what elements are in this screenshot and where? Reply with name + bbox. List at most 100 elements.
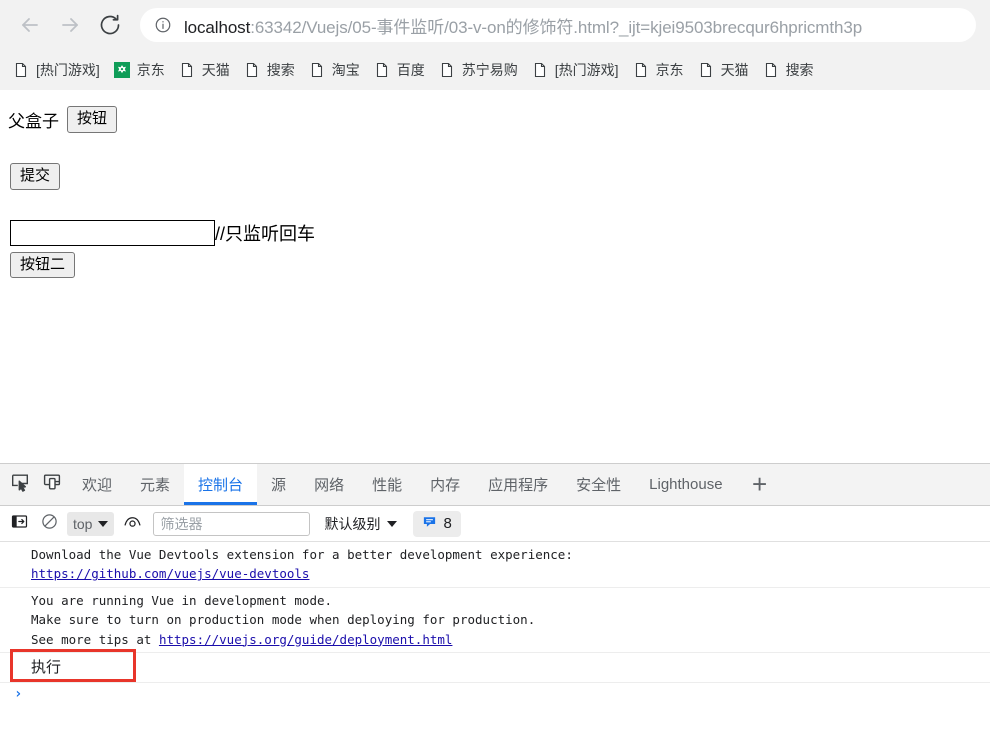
tab-label: 内存 — [430, 477, 461, 494]
log-level-value: 默认级别 — [324, 515, 381, 532]
chevron-down-icon — [98, 520, 109, 527]
tab-label: Lighthouse — [649, 476, 723, 493]
tab-elements[interactable]: 元素 — [126, 464, 184, 505]
bookmark-label: 天猫 — [720, 62, 749, 78]
message-text: Download the Vue Devtools extension for … — [31, 547, 573, 562]
tab-label: 性能 — [372, 477, 403, 494]
page-icon — [13, 62, 29, 78]
tab-memory[interactable]: 内存 — [416, 464, 474, 505]
page-icon — [633, 62, 649, 78]
tab-label: 网络 — [314, 477, 345, 494]
tab-console[interactable]: 控制台 — [184, 464, 258, 505]
bookmark-label: 京东 — [655, 62, 684, 78]
tab-sources[interactable]: 源 — [257, 464, 300, 505]
execution-context-select[interactable]: top — [67, 511, 115, 536]
bookmark-label: 京东 — [136, 62, 165, 78]
url-host: localhost — [184, 17, 251, 37]
bookmark-label: 百度 — [396, 62, 425, 78]
inspect-element-button[interactable] — [4, 464, 36, 505]
jd-favicon — [113, 62, 130, 78]
bookmark-item[interactable]: 苏宁易购 — [432, 56, 525, 84]
console-message-list[interactable]: Download the Vue Devtools extension for … — [0, 542, 990, 732]
bookmark-item[interactable]: [热门游戏] — [525, 56, 626, 84]
tab-performance[interactable]: 性能 — [358, 464, 416, 505]
bookmarks-bar: [热门游戏] 京东 天猫 搜索 淘宝 百度 苏宁易购 [热门游戏] 京东 天猫 … — [0, 50, 990, 90]
tab-network[interactable]: 网络 — [300, 464, 358, 505]
bookmark-label: [热门游戏] — [554, 62, 619, 78]
page-icon — [532, 62, 548, 78]
inspect-element-icon — [10, 472, 30, 497]
bookmark-item[interactable]: 百度 — [367, 56, 432, 84]
tab-label: 源 — [271, 477, 287, 494]
tab-label: 安全性 — [576, 477, 622, 494]
console-sidebar-icon — [11, 513, 28, 535]
page-icon — [374, 62, 390, 78]
console-input-prompt[interactable]: › — [0, 683, 990, 709]
button-two[interactable]: 按钮二 — [10, 251, 76, 279]
bookmark-label: [热门游戏] — [36, 62, 100, 78]
bookmark-item[interactable]: 天猫 — [691, 56, 756, 84]
speech-bubble-icon — [422, 514, 437, 534]
reload-button[interactable] — [90, 5, 130, 45]
console-sidebar-button[interactable] — [4, 511, 34, 537]
input-comment: //只监听回车 — [215, 223, 316, 244]
add-panel-button[interactable]: + — [737, 464, 783, 505]
forward-button[interactable] — [50, 5, 90, 45]
bookmark-item[interactable]: 京东 — [626, 56, 691, 84]
console-message-execute: 执行 — [0, 653, 990, 684]
message-link[interactable]: https://github.com/vuejs/vue-devtools — [31, 566, 309, 581]
bookmark-item[interactable]: 搜索 — [756, 56, 821, 84]
console-toolbar: top 默认级别 8 — [0, 506, 990, 542]
submit-row: 提交 — [10, 162, 982, 190]
tab-label: 欢迎 — [82, 477, 113, 494]
button-inner[interactable]: 按钮 — [67, 106, 118, 133]
parent-box-label: 父盒子 — [8, 111, 59, 131]
info-circle-icon[interactable] — [154, 16, 172, 34]
address-bar[interactable]: localhost:63342/Vuejs/05-事件监听/03-v-on的修饰… — [140, 8, 976, 42]
page-viewport: 父盒子 按钮 提交 //只监听回车 按钮二 — [0, 90, 990, 463]
submit-button[interactable]: 提交 — [10, 162, 61, 190]
tab-lighthouse[interactable]: Lighthouse — [635, 464, 736, 505]
device-toolbar-button[interactable] — [36, 464, 68, 505]
execution-context-value: top — [73, 515, 93, 532]
tab-welcome[interactable]: 欢迎 — [68, 464, 126, 505]
enter-key-input[interactable] — [10, 219, 215, 246]
message-count-badge[interactable]: 8 — [413, 510, 461, 537]
browser-chrome: localhost:63342/Vuejs/05-事件监听/03-v-on的修饰… — [0, 0, 990, 90]
bookmark-item[interactable]: 淘宝 — [302, 56, 367, 84]
page-icon — [179, 62, 195, 78]
log-level-select[interactable]: 默认级别 — [324, 514, 398, 534]
bookmark-item[interactable]: [热门游戏] — [6, 56, 107, 84]
back-button[interactable] — [10, 5, 50, 45]
devtools-panel: 欢迎 元素 控制台 源 网络 性能 内存 应用程序 安全性 Lighthouse… — [0, 463, 990, 732]
clear-console-button[interactable] — [34, 511, 64, 537]
input-row: //只监听回车 — [10, 219, 982, 246]
page-icon — [763, 62, 779, 78]
prompt-chevron-icon: › — [14, 686, 23, 703]
tab-application[interactable]: 应用程序 — [474, 464, 562, 505]
url-path: :63342/Vuejs/05-事件监听/03-v-on的修饰符.html?_i… — [250, 17, 863, 37]
message-count-value: 8 — [443, 515, 452, 532]
tab-security[interactable]: 安全性 — [562, 464, 635, 505]
page-icon — [439, 62, 455, 78]
clear-console-icon — [41, 513, 58, 535]
bookmark-item[interactable]: 搜索 — [237, 56, 302, 84]
reload-icon — [98, 13, 122, 37]
page-icon — [244, 62, 260, 78]
device-toolbar-icon — [42, 472, 62, 497]
message-link[interactable]: https://vuejs.org/guide/deployment.html — [159, 632, 453, 647]
tab-label: 控制台 — [198, 477, 244, 494]
bookmark-item[interactable]: 天猫 — [172, 56, 237, 84]
message-text: 执行 — [31, 658, 62, 676]
bookmark-label: 淘宝 — [331, 62, 360, 78]
tab-label: 应用程序 — [488, 477, 549, 494]
browser-navigation-toolbar: localhost:63342/Vuejs/05-事件监听/03-v-on的修饰… — [0, 0, 990, 50]
devtools-tabbar: 欢迎 元素 控制台 源 网络 性能 内存 应用程序 安全性 Lighthouse… — [0, 464, 990, 506]
console-filter-input[interactable] — [153, 511, 311, 536]
arrow-left-icon — [18, 13, 42, 37]
live-expression-eye-icon — [123, 513, 142, 535]
bookmark-label: 天猫 — [201, 62, 230, 78]
bookmark-item[interactable]: 京东 — [107, 56, 172, 84]
tab-label: 元素 — [140, 477, 171, 494]
live-expression-button[interactable] — [117, 511, 147, 537]
